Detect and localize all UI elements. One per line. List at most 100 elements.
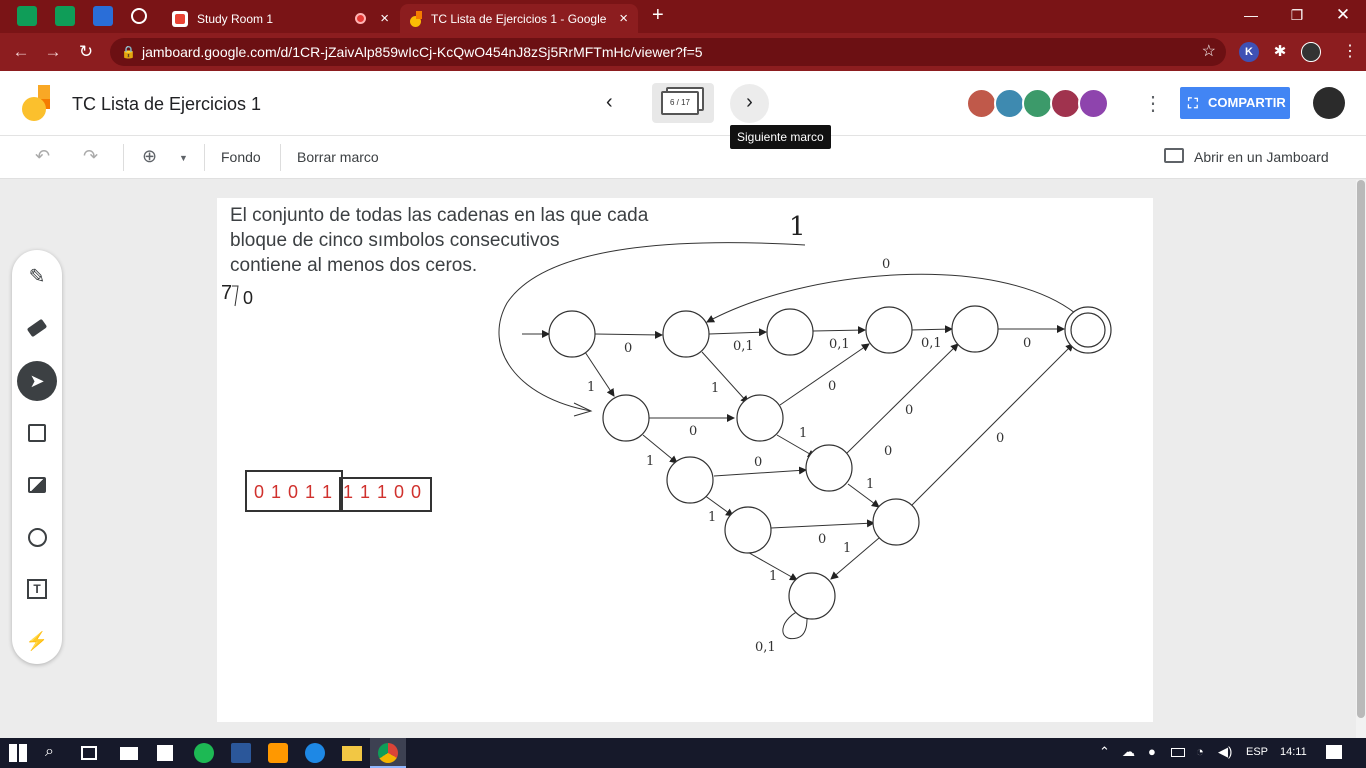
people-icon: ⛶ [1188, 95, 1198, 111]
sheets-pinned-tab-icon-2[interactable] [55, 6, 75, 26]
browser-menu-icon[interactable]: ⋮ [1340, 42, 1360, 62]
windows-start-icon[interactable] [9, 744, 27, 762]
language-indicator[interactable]: ESP [1246, 746, 1268, 758]
mail-icon[interactable] [120, 747, 138, 760]
user-account-avatar[interactable] [1313, 87, 1345, 119]
globe-pinned-tab-icon[interactable] [131, 8, 147, 24]
forward-icon[interactable]: → [42, 42, 64, 62]
zoom-icon[interactable]: ⊕ [142, 146, 157, 167]
document-title[interactable]: TC Lista de Ejercicios 1 [72, 94, 261, 115]
onedrive-icon[interactable]: ☁ [1122, 744, 1135, 760]
text-box-tool-icon[interactable]: T [17, 569, 57, 609]
close-tab-icon[interactable]: × [380, 10, 389, 27]
restore-icon[interactable]: ❐ [1274, 4, 1320, 26]
undo-icon[interactable]: ↶ [35, 146, 50, 167]
edge-icon[interactable] [305, 743, 325, 763]
open-in-jamboard-button[interactable]: Abrir en un Jamboard [1194, 149, 1329, 165]
eraser-tool-icon[interactable] [17, 308, 57, 348]
edge-label: 0 [905, 403, 913, 418]
bookmark-star-icon[interactable]: ☆ [1202, 38, 1216, 66]
url-input[interactable]: 🔒 jamboard.google.com/d/1CR-jZaivAlp859w… [110, 38, 1226, 66]
extensions-puzzle-icon[interactable]: ✱ [1270, 42, 1290, 62]
task-view-icon[interactable] [81, 746, 97, 760]
laser-tool-icon[interactable]: ⚡ [17, 621, 57, 661]
reload-icon[interactable]: ↻ [75, 42, 97, 62]
store-icon[interactable] [157, 745, 173, 761]
search-icon[interactable]: ⌕ [45, 743, 65, 763]
shape-tool-icon[interactable] [17, 517, 57, 557]
tab-study-room[interactable]: Study Room 1 × [162, 4, 399, 33]
pen-tool-icon[interactable]: ✎ [17, 256, 57, 296]
clock[interactable]: 14:11 [1280, 746, 1307, 758]
profile-avatar[interactable] [1301, 42, 1321, 62]
toolbar-divider [204, 144, 205, 171]
collaborator-avatar[interactable] [1078, 88, 1109, 119]
frame-counter-button[interactable]: 6 / 17 [652, 83, 714, 123]
image-tool-icon[interactable] [17, 465, 57, 505]
sheets-pinned-tab-icon[interactable] [17, 6, 37, 26]
close-window-icon[interactable]: ✕ [1320, 4, 1366, 26]
tray-chevron-icon[interactable]: ⌃ [1099, 744, 1110, 760]
notifications-icon[interactable] [1326, 745, 1342, 759]
background-button[interactable]: Fondo [221, 149, 261, 165]
back-icon[interactable]: ← [10, 42, 32, 62]
collaborator-avatar[interactable] [966, 88, 997, 119]
select-tool-icon[interactable]: ➤ [17, 361, 57, 401]
classroom-pinned-tab-icon[interactable] [93, 6, 113, 26]
edge-label: 0,1 [733, 339, 754, 354]
jamboard-header: TC Lista de Ejercicios 1 ‹ 6 / 17 › ⋮ [0, 71, 1366, 136]
edge-label: 1 [843, 541, 851, 556]
jam-canvas[interactable]: El conjunto de todas las cadenas en las … [217, 198, 1153, 722]
collaborator-avatar[interactable] [1022, 88, 1053, 119]
microphone-icon[interactable]: ● [1148, 744, 1156, 759]
next-frame-button[interactable]: › [730, 84, 769, 123]
edge-label: 1 [711, 381, 719, 396]
clear-frame-button[interactable]: Borrar marco [297, 149, 379, 165]
tool-palette: ✎ ➤ T ⚡ [12, 250, 62, 664]
edge-label: 1 [769, 569, 777, 584]
chrome-taskbar-button[interactable] [370, 738, 406, 768]
edge-label: 0 [828, 379, 836, 394]
next-frame-tooltip: Siguiente marco [730, 125, 831, 149]
edge-label: 0,1 [921, 336, 942, 351]
windows-taskbar: ⌕ ⌃ ☁ ● ◔ ◀) ESP 14:11 [0, 738, 1366, 768]
toolbar-divider [123, 144, 124, 171]
more-options-icon[interactable]: ⋮ [1143, 91, 1163, 116]
edge-label: 0 [1023, 336, 1031, 351]
collaborator-avatar[interactable] [994, 88, 1025, 119]
edge-label: 0,1 [829, 337, 850, 352]
volume-icon[interactable]: ◀) [1218, 744, 1232, 760]
toolbar-divider [280, 144, 281, 171]
edge-label: 0 [996, 431, 1004, 446]
battery-icon[interactable] [1171, 748, 1185, 757]
edge-label: 1 [646, 454, 654, 469]
new-tab-button[interactable]: + [652, 4, 664, 27]
previous-frame-icon[interactable]: ‹ [606, 91, 613, 114]
edge-label: 0,1 [755, 640, 776, 655]
edge-label: 1 [799, 426, 807, 441]
browser-tab-strip: Study Room 1 × TC Lista de Ejercicios 1 … [0, 0, 1366, 33]
file-explorer-icon[interactable] [342, 746, 362, 761]
tab-jamboard[interactable]: TC Lista de Ejercicios 1 - Google J × [400, 4, 638, 33]
edge-label: 0 [884, 444, 892, 459]
edge-label: 0 [624, 341, 632, 356]
minimize-icon[interactable]: — [1228, 4, 1274, 26]
zoom-dropdown-icon[interactable]: ▼ [179, 153, 188, 163]
spotify-icon[interactable] [194, 743, 214, 763]
sublime-icon[interactable] [268, 743, 288, 763]
collaborator-avatar[interactable] [1050, 88, 1081, 119]
jamboard-logo[interactable] [22, 85, 50, 121]
word-icon[interactable] [231, 743, 251, 763]
automaton-diagram: 0 0 0,1 0,1 0,1 0 1 1 0 0 1 0 1 0 1 0 1 … [232, 242, 1112, 655]
edge-label: 1 [866, 477, 874, 492]
vertical-scrollbar[interactable] [1356, 180, 1366, 738]
close-tab-icon[interactable]: × [619, 10, 628, 27]
sticky-note-tool-icon[interactable] [17, 413, 57, 453]
redo-icon[interactable]: ↷ [83, 146, 98, 167]
address-bar-row: ← → ↻ 🔒 jamboard.google.com/d/1CR-jZaivA… [0, 33, 1366, 71]
frame-counter-label: 6 / 17 [661, 91, 699, 115]
wifi-icon[interactable]: ◔ [1196, 744, 1204, 759]
share-button[interactable]: ⛶ COMPARTIR [1180, 87, 1290, 119]
extension-k-icon[interactable]: K [1239, 42, 1259, 62]
tab-title: TC Lista de Ejercicios 1 - Google J [431, 11, 609, 26]
